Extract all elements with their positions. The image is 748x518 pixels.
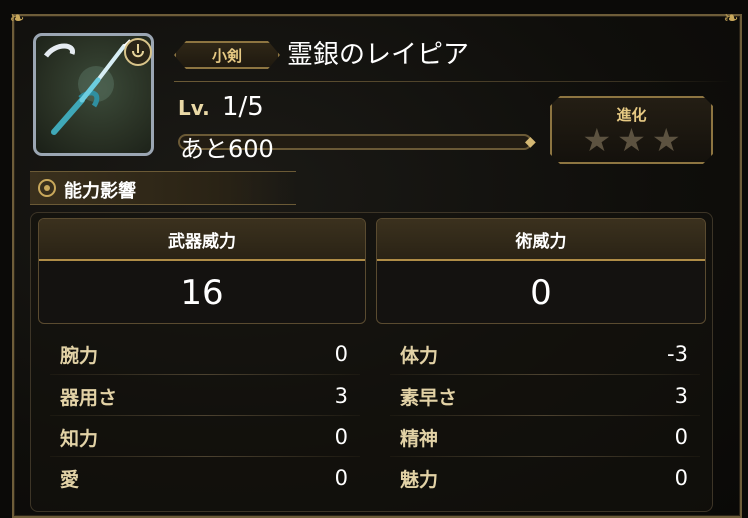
stat-row: 器用さ 3: [60, 377, 348, 415]
evolution-box[interactable]: 進化 ★ ★ ★: [550, 96, 713, 164]
stat-label: 魅力: [400, 468, 439, 491]
corner-ornament-icon: ❧: [723, 8, 739, 29]
stat-row: 知力 0: [60, 418, 348, 456]
stat-value: 0: [334, 466, 348, 490]
xp-remaining: あと600: [180, 135, 274, 163]
magic-power-value: 0: [530, 273, 552, 313]
weapon-category-tag: 小剣: [174, 41, 280, 69]
lock-icon[interactable]: [124, 38, 152, 66]
magic-power-label: 術威力: [377, 219, 705, 261]
star-icon: ★: [651, 121, 681, 159]
weapon-power-value: 16: [180, 273, 224, 313]
magic-power-box: 術威力 0: [376, 218, 706, 324]
evolution-stars: ★ ★ ★: [552, 122, 711, 158]
divider: [174, 81, 730, 82]
stat-value: 3: [674, 384, 688, 408]
level-value: 1/5: [222, 92, 264, 122]
stat-row: 腕力 0: [60, 335, 348, 373]
divider: [390, 456, 700, 457]
star-icon: ★: [582, 121, 612, 159]
stat-row: 体力 -3: [400, 335, 688, 373]
gear-icon: [38, 179, 56, 197]
star-icon: ★: [617, 121, 646, 159]
ability-section-header: 能力影響: [30, 171, 296, 205]
ability-title: 能力影響: [64, 181, 136, 202]
stat-label: 精神: [400, 427, 439, 450]
stat-value: -3: [667, 342, 688, 366]
stat-row: 精神 0: [400, 418, 688, 456]
stat-label: 知力: [60, 427, 99, 450]
weapon-power-box: 武器威力 16: [38, 218, 366, 324]
level-label: Lv.: [178, 96, 210, 120]
divider: [50, 374, 360, 375]
lock-glyph-icon: [132, 44, 144, 58]
stat-label: 体力: [400, 344, 439, 367]
xp-bar-end-icon: ◆: [525, 134, 536, 150]
weapon-name: 霊銀のレイピア: [287, 40, 470, 70]
corner-ornament-icon: ❧: [9, 8, 25, 29]
divider: [50, 415, 360, 416]
stat-value: 0: [674, 425, 688, 449]
stat-row: 素早さ 3: [400, 377, 688, 415]
stat-value: 0: [674, 466, 688, 490]
divider: [390, 374, 700, 375]
stat-label: 愛: [60, 468, 80, 491]
stat-label: 素早さ: [400, 386, 458, 409]
weapon-power-label: 武器威力: [39, 219, 365, 261]
stat-value: 0: [334, 425, 348, 449]
divider: [390, 415, 700, 416]
stat-value: 0: [334, 342, 348, 366]
stat-label: 腕力: [60, 344, 99, 367]
stat-label: 器用さ: [60, 386, 118, 409]
stat-row: 魅力 0: [400, 459, 688, 497]
stat-row: 愛 0: [60, 459, 348, 497]
stat-value: 3: [334, 384, 348, 408]
divider: [50, 456, 360, 457]
